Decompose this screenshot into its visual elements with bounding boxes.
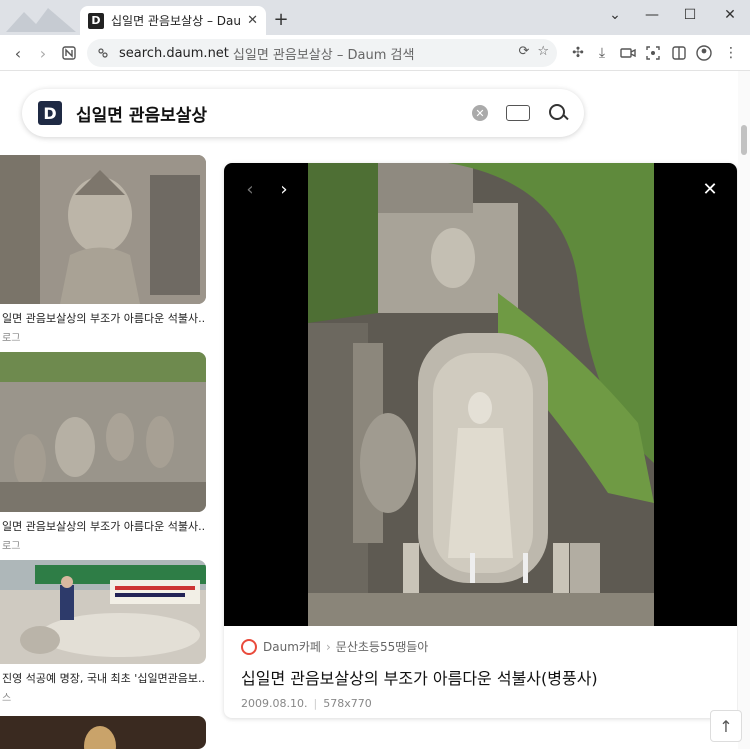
- viewer-title[interactable]: 십일면 관음보살상의 부조가 아름다운 석불사(병풍사): [241, 665, 720, 689]
- image-dimensions: 578x770: [323, 697, 372, 710]
- url-host: search.daum.net: [119, 45, 229, 61]
- daum-cafe-icon: [241, 638, 257, 655]
- maximize-button[interactable]: ☐: [675, 5, 705, 25]
- address-bar[interactable]: search.daum.net 십일면 관음보살상 – Daum 검색 ⟳ ☆: [87, 39, 557, 67]
- scrollbar-thumb[interactable]: [741, 125, 747, 155]
- mountain-decoration-icon: [6, 8, 76, 32]
- tab-close-icon[interactable]: ✕: [247, 13, 258, 28]
- browser-toolbar: ‹ › search.daum.net 십일면 관음보살상 – Daum 검색 …: [0, 35, 750, 71]
- keyboard-icon[interactable]: [506, 105, 530, 121]
- tab-search-chevron-icon[interactable]: ⌄: [600, 5, 630, 25]
- result-source: 스: [2, 693, 12, 704]
- result-caption[interactable]: 일면 관음보살상의 부조가 아름다운 석불사...: [0, 310, 206, 326]
- split-view-icon[interactable]: [669, 43, 689, 63]
- tab-title: 십일면 관음보살상 – Daum 검색: [111, 14, 241, 28]
- result-caption[interactable]: 진영 석공예 명장, 국내 최초 '십일면관음보...: [0, 670, 206, 686]
- source-sub[interactable]: 문산초등55땡들아: [336, 638, 429, 655]
- result-source: 로그: [2, 541, 21, 552]
- new-tab-button[interactable]: +: [270, 8, 292, 30]
- result-caption[interactable]: 일면 관음보살상의 부조가 아름다운 석불사...: [0, 518, 206, 534]
- tab-strip: D 십일면 관음보살상 – Daum 검색 ✕ + ⌄ — ☐ ✕: [0, 0, 750, 35]
- bookmark-star-icon[interactable]: ☆: [537, 44, 549, 59]
- result-thumbnail[interactable]: [0, 716, 206, 749]
- screenshot-icon[interactable]: [643, 43, 663, 63]
- viewer-info: 2009.08.10. | 578x770: [241, 697, 372, 710]
- menu-kebab-icon[interactable]: ⋮: [721, 43, 741, 63]
- reload-icon[interactable]: ⟳: [518, 44, 529, 59]
- extensions-puzzle-icon[interactable]: ✣: [568, 43, 588, 63]
- daum-logo[interactable]: D: [38, 101, 62, 125]
- clear-search-icon[interactable]: ✕: [472, 105, 488, 121]
- source-separator: ›: [325, 639, 331, 654]
- scroll-to-top-button[interactable]: ↑: [710, 710, 742, 742]
- daum-favicon-icon: D: [88, 12, 104, 29]
- extension-n-icon[interactable]: [57, 41, 81, 65]
- back-button[interactable]: ‹: [6, 41, 30, 65]
- video-camera-icon[interactable]: [618, 43, 638, 63]
- close-window-button[interactable]: ✕: [715, 5, 745, 25]
- viewer-stage: ‹ › ✕: [224, 163, 737, 626]
- image-result[interactable]: 진영 석공예 명장, 국내 최초 '십일면관음보... 스: [0, 560, 206, 704]
- profile-avatar-icon[interactable]: [694, 43, 714, 63]
- image-result[interactable]: [0, 716, 206, 749]
- search-icon[interactable]: [548, 103, 568, 123]
- image-viewer: ‹ › ✕ Daum카페 › 문산초등55땡들아 십일면 관음보살상의 부조가 …: [224, 163, 737, 718]
- forward-button[interactable]: ›: [31, 41, 55, 65]
- search-input[interactable]: 십일면 관음보살상: [76, 101, 472, 126]
- viewer-meta: Daum카페 › 문산초등55땡들아 십일면 관음보살상의 부조가 아름다운 석…: [241, 638, 720, 710]
- download-icon[interactable]: ⤓: [592, 43, 612, 63]
- minimize-button[interactable]: —: [637, 5, 667, 25]
- result-thumbnail[interactable]: [0, 155, 206, 304]
- result-thumbnail[interactable]: [0, 560, 206, 664]
- viewer-photo[interactable]: [308, 163, 654, 626]
- result-thumbnail[interactable]: [0, 352, 206, 512]
- viewer-close-button[interactable]: ✕: [698, 177, 722, 201]
- viewer-source[interactable]: Daum카페 › 문산초등55땡들아: [241, 638, 720, 655]
- tab-daum-search[interactable]: D 십일면 관음보살상 – Daum 검색 ✕: [80, 6, 266, 35]
- viewer-next-button[interactable]: ›: [272, 177, 296, 201]
- viewer-prev-button[interactable]: ‹: [238, 177, 262, 201]
- site-info-icon[interactable]: [97, 46, 111, 60]
- url-query: 십일면 관음보살상 – Daum 검색: [232, 47, 415, 63]
- source-name[interactable]: Daum카페: [263, 638, 321, 655]
- vertical-scrollbar[interactable]: [738, 71, 750, 749]
- search-box: D 십일면 관음보살상 ✕: [22, 89, 584, 137]
- image-date: 2009.08.10.: [241, 697, 308, 710]
- image-result[interactable]: 일면 관음보살상의 부조가 아름다운 석불사... 로그: [0, 352, 206, 552]
- result-source: 로그: [2, 333, 21, 344]
- image-result[interactable]: 일면 관음보살상의 부조가 아름다운 석불사... 로그: [0, 155, 206, 344]
